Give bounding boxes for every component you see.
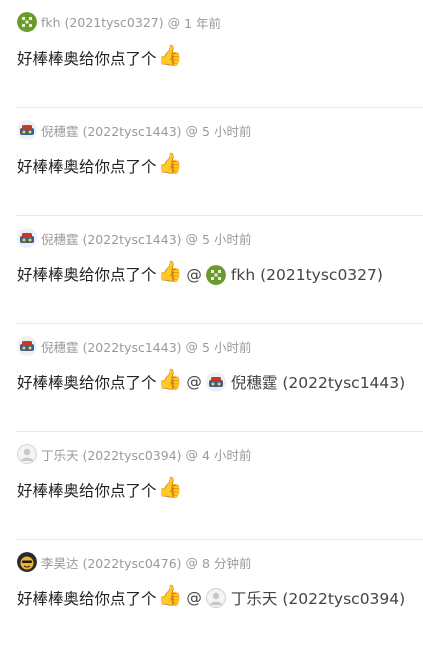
comment-text: 好棒棒奥给你点了个 <box>17 266 157 284</box>
mention-user[interactable]: fkh (2021tysc0327) <box>231 266 383 284</box>
comment-text: 好棒棒奥给你点了个 <box>17 590 157 608</box>
comment-time: 5 小时前 <box>202 231 252 247</box>
comment-author[interactable]: fkh (2021tysc0327) <box>41 15 164 30</box>
mention[interactable]: @ fkh (2021tysc0327) <box>186 265 383 285</box>
comment-text: 好棒棒奥给你点了个 <box>17 374 157 392</box>
thumbs-up-icon: 👍 <box>157 583 183 607</box>
comment-meta: 倪穗霆 (2022tysc1443) @ 5 小时前 <box>17 228 251 248</box>
comment-body: 好棒棒奥给你点了个 👍 @ 倪穗霆 (2022tysc1443) <box>17 367 405 393</box>
mention-at: @ <box>186 266 202 284</box>
at-sign: @ <box>185 338 199 354</box>
mention[interactable]: @ 丁乐天 (2022tysc0394) <box>186 587 405 609</box>
comment-meta: 丁乐天 (2022tysc0394) @ 4 小时前 <box>17 444 251 464</box>
comment-author[interactable]: 倪穗霆 (2022tysc1443) <box>41 121 182 140</box>
thumbs-up-icon: 👍 <box>157 259 183 283</box>
comment-time: 5 小时前 <box>202 123 252 139</box>
thumbs-up-icon: 👍 <box>157 43 183 67</box>
mention-user[interactable]: 倪穗霆 (2022tysc1443) <box>231 371 405 393</box>
thumbs-up-icon: 👍 <box>157 367 183 391</box>
comment-item: 倪穗霆 (2022tysc1443) @ 5 小时前 好棒棒奥给你点了个 👍 @… <box>0 216 423 324</box>
at-sign: @ <box>167 14 181 30</box>
comment-body: 好棒棒奥给你点了个 👍 <box>17 475 183 501</box>
at-sign: @ <box>185 122 199 138</box>
comment-time: 5 小时前 <box>202 339 252 355</box>
comment-text: 好棒棒奥给你点了个 <box>17 158 157 176</box>
comment-author[interactable]: 倪穗霆 (2022tysc1443) <box>41 337 182 356</box>
comment-body: 好棒棒奥给你点了个 👍 <box>17 151 183 177</box>
comment-meta: 倪穗霆 (2022tysc1443) @ 5 小时前 <box>17 336 251 356</box>
default-avatar-icon <box>205 588 226 608</box>
mention-at: @ <box>186 589 202 607</box>
pattern-avatar-icon <box>205 265 226 285</box>
comment-item: 丁乐天 (2022tysc0394) @ 4 小时前 好棒棒奥给你点了个 👍 <box>0 432 423 540</box>
comment-time: 1 年前 <box>184 15 222 31</box>
comment-body: 好棒棒奥给你点了个 👍 <box>17 43 183 69</box>
at-sign: @ <box>185 446 199 462</box>
at-sign: @ <box>185 230 199 246</box>
comment-text: 好棒棒奥给你点了个 <box>17 482 157 500</box>
comment-item: 李昊达 (2022tysc0476) @ 8 分钟前 好棒棒奥给你点了个 👍 @… <box>0 540 423 648</box>
comment-meta: fkh (2021tysc0327) @ 1 年前 <box>17 12 221 32</box>
comment-body: 好棒棒奥给你点了个 👍 @ fkh (2021tysc0327) <box>17 259 383 285</box>
mention-user[interactable]: 丁乐天 (2022tysc0394) <box>231 587 405 609</box>
mention[interactable]: @ 倪穗霆 (2022tysc1443) <box>186 371 405 393</box>
robot-avatar-icon[interactable] <box>17 228 37 248</box>
comment-time: 4 小时前 <box>202 447 252 463</box>
face-avatar-icon[interactable] <box>17 552 37 572</box>
pattern-avatar-icon[interactable] <box>17 12 37 32</box>
at-sign: @ <box>185 554 199 570</box>
comment-text: 好棒棒奥给你点了个 <box>17 50 157 68</box>
robot-avatar-icon <box>205 372 226 392</box>
comment-time: 8 分钟前 <box>202 555 252 571</box>
comment-item: fkh (2021tysc0327) @ 1 年前 好棒棒奥给你点了个 👍 <box>0 0 423 108</box>
robot-avatar-icon[interactable] <box>17 120 37 140</box>
comment-author[interactable]: 丁乐天 (2022tysc0394) <box>41 445 182 464</box>
comment-item: 倪穗霆 (2022tysc1443) @ 5 小时前 好棒棒奥给你点了个 👍 @… <box>0 324 423 432</box>
comment-item: 倪穗霆 (2022tysc1443) @ 5 小时前 好棒棒奥给你点了个 👍 <box>0 108 423 216</box>
default-avatar-icon[interactable] <box>17 444 37 464</box>
comment-meta: 倪穗霆 (2022tysc1443) @ 5 小时前 <box>17 120 251 140</box>
thumbs-up-icon: 👍 <box>157 151 183 175</box>
robot-avatar-icon[interactable] <box>17 336 37 356</box>
comment-author[interactable]: 倪穗霆 (2022tysc1443) <box>41 229 182 248</box>
thumbs-up-icon: 👍 <box>157 475 183 499</box>
comment-body: 好棒棒奥给你点了个 👍 @ 丁乐天 (2022tysc0394) <box>17 583 405 609</box>
comment-meta: 李昊达 (2022tysc0476) @ 8 分钟前 <box>17 552 251 572</box>
comment-author[interactable]: 李昊达 (2022tysc0476) <box>41 553 182 572</box>
mention-at: @ <box>186 373 202 391</box>
